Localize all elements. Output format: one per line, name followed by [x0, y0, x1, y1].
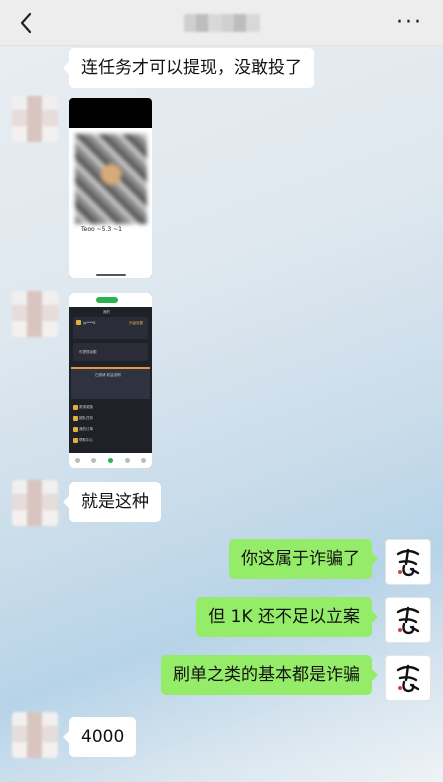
contact-avatar[interactable] — [12, 291, 58, 337]
self-avatar[interactable] — [385, 655, 431, 701]
message-bubble-right[interactable]: 你这属于诈骗了 — [229, 539, 378, 579]
message-bubble-left[interactable]: 4000 — [62, 717, 137, 757]
app-tab-icon — [107, 458, 113, 463]
app-row-label: 我的订单 — [79, 427, 93, 431]
app-banner — [71, 367, 150, 399]
calligraphy-avatar-icon — [396, 664, 420, 693]
app-title-pill — [96, 297, 118, 303]
app-tab-bar — [69, 453, 152, 468]
chat-header: ··· — [0, 0, 443, 46]
image-message-qr-screenshot[interactable]: Teoo ~5.3 ~1 — [69, 98, 152, 278]
message-bubble-left[interactable]: 就是这种 — [63, 482, 161, 522]
app-row-icon — [73, 427, 78, 432]
app-banner-text: 已邀请 收益说明 — [95, 373, 121, 377]
calligraphy-avatar-icon — [396, 606, 420, 635]
app-user-badge-icon — [76, 320, 81, 325]
app-row-icon — [73, 438, 78, 443]
qr-code-blurred — [75, 134, 147, 224]
chat-title-blurred — [183, 13, 260, 32]
qr-caption: Teoo ~5.3 ~1 — [81, 226, 122, 233]
app-user-name: jq****8 — [83, 321, 96, 325]
contact-avatar[interactable] — [12, 480, 58, 526]
back-button[interactable] — [14, 8, 38, 38]
contact-avatar[interactable] — [12, 712, 58, 758]
calligraphy-avatar-icon — [396, 548, 420, 577]
chevron-left-icon — [20, 12, 32, 34]
self-avatar[interactable] — [385, 539, 431, 585]
message-bubble-right[interactable]: 刷单之类的基本都是诈骗 — [161, 655, 378, 695]
more-button[interactable]: ··· — [396, 12, 423, 34]
app-top-title: 我的 — [103, 310, 110, 314]
image-message-app-screenshot[interactable]: 我的 jq****8 升级设置 可提现余额 已邀请 收益说明 邀请奖励 团队任务… — [69, 293, 152, 468]
app-tab-icon — [141, 458, 147, 463]
app-row-label: 邀请奖励 — [79, 405, 93, 409]
app-tab-icon — [124, 458, 130, 463]
app-row-icon — [73, 405, 78, 410]
app-tab-icon — [74, 458, 80, 463]
self-avatar[interactable] — [385, 597, 431, 643]
app-row-label: 帮助中心 — [79, 438, 93, 442]
home-indicator — [96, 274, 126, 276]
app-balance-label: 可提现余额 — [79, 350, 97, 354]
message-bubble-left[interactable]: 连任务才可以提现，没敢投了 — [63, 48, 314, 88]
app-level-badge: 升级设置 — [129, 321, 143, 325]
message-bubble-right[interactable]: 但 1K 还不足以立案 — [196, 597, 378, 637]
app-row-label: 团队任务 — [79, 416, 93, 420]
app-tab-icon — [91, 458, 97, 463]
app-row-icon — [73, 416, 78, 421]
contact-avatar[interactable] — [12, 96, 58, 142]
